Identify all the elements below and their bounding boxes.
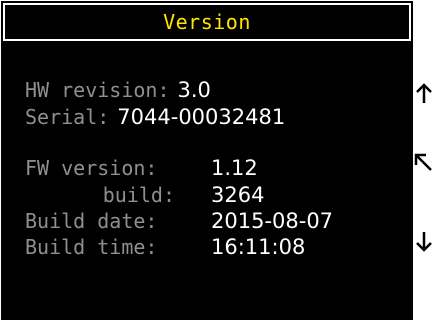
build-date-label: Build date:	[25, 209, 158, 233]
hw-revision-row: HW revision: 3.0	[25, 78, 211, 104]
arrow-up-icon[interactable]	[413, 81, 435, 107]
arrow-up-left-icon[interactable]	[412, 150, 434, 176]
arrow-down-icon[interactable]	[413, 228, 435, 254]
serial-row: Serial: 7044-00032481	[25, 105, 285, 131]
build-time-label: Build time:	[25, 235, 158, 259]
hw-revision-value: 3.0	[177, 78, 211, 102]
fw-version-value: 1.12	[211, 156, 258, 180]
title-bar: Version	[3, 3, 411, 41]
fw-version-label: FW version:	[25, 156, 158, 180]
build-date-value: 2015-08-07	[211, 209, 334, 233]
fw-version-row: FW version: 1.12	[25, 156, 258, 182]
build-time-value: 16:11:08	[211, 235, 306, 259]
fw-build-label: build:	[102, 183, 175, 207]
serial-value: 7044-00032481	[117, 105, 286, 129]
hw-revision-label: HW revision:	[25, 78, 170, 102]
build-time-row: Build time: 16:11:08	[25, 235, 305, 261]
fw-build-value: 3264	[211, 183, 265, 207]
build-date-row: Build date: 2015-08-07	[25, 209, 333, 235]
screen-title: Version	[163, 10, 251, 34]
serial-label: Serial:	[25, 105, 110, 129]
fw-build-row: build: 3264	[25, 183, 265, 209]
device-screen: Version HW revision: 3.0 Serial: 7044-00…	[1, 1, 413, 320]
